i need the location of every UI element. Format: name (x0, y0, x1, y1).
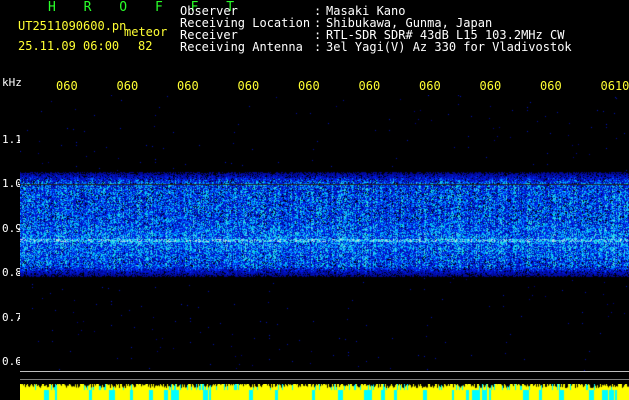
x-tick-label: 060 (237, 79, 260, 93)
x-tick-label: 060 (419, 79, 441, 93)
x-tick-label: 060 (116, 79, 139, 93)
spectrogram-canvas (20, 95, 629, 371)
y-axis-unit: kHz (2, 76, 22, 89)
x-tick-label: 060 (177, 79, 199, 93)
info-value-antenna: 3el Yagi(V) Az 330 for Vladivostok (326, 40, 572, 54)
x-tick-label: 060 (479, 79, 502, 93)
baseline-divider-lower (20, 379, 629, 380)
signal-level-bars (20, 384, 629, 400)
info-sep: : (314, 40, 322, 54)
meteor-count: 82 (138, 39, 153, 53)
x-tick-label: 0610 (600, 79, 629, 93)
filename-label: UT2511090600.pn (18, 19, 127, 33)
x-tick-label: 060 (358, 79, 381, 93)
x-tick-label: 060 (540, 79, 562, 93)
x-tick-label: 060 (298, 79, 320, 93)
x-tick-label: 060 (56, 79, 78, 93)
info-key-antenna: Receiving Antenna (180, 40, 303, 54)
baseline-divider (20, 371, 629, 372)
meteor-label: meteor (124, 25, 168, 39)
datetime-label: 25.11.09 06:00 (18, 39, 120, 53)
